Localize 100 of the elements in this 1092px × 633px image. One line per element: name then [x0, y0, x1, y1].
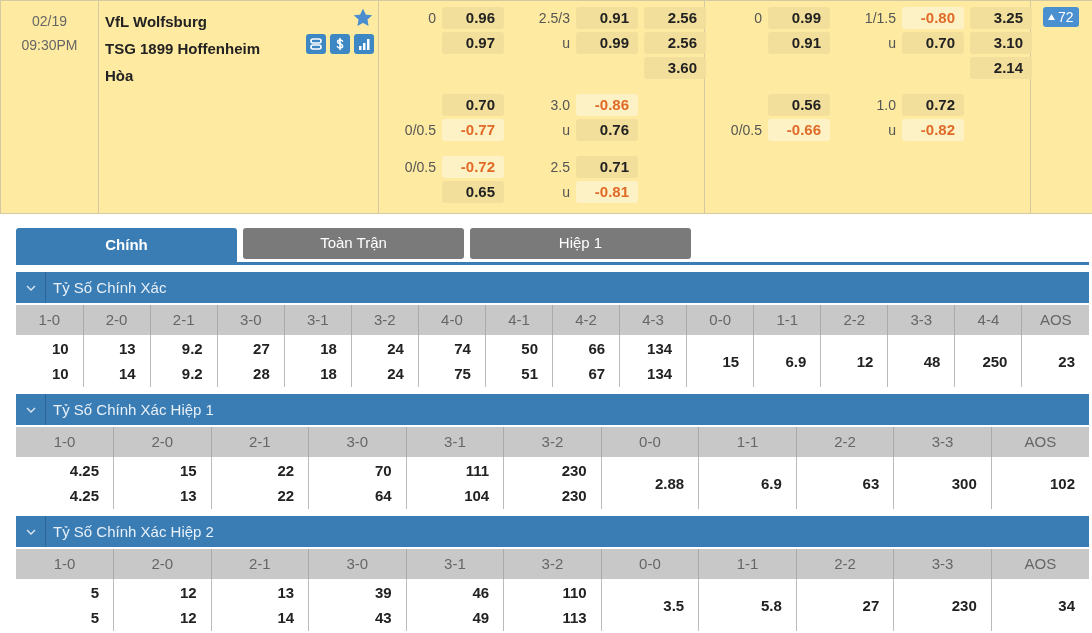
- score-header: 4-4: [954, 305, 1022, 335]
- odds-cell: 27: [796, 579, 894, 631]
- score-header: 3-0: [308, 549, 407, 579]
- odds-cell: 250: [954, 335, 1022, 387]
- odds-cell: 102: [991, 457, 1089, 509]
- odds-cell: 2.88: [601, 457, 699, 509]
- score-header: 1-0: [16, 305, 84, 335]
- total-line: 1.0: [875, 96, 896, 115]
- odds-cell: 4.25 4.25: [16, 457, 114, 509]
- odds-value[interactable]: 0.99: [768, 7, 830, 29]
- handicap-line: 0/0.5: [403, 121, 436, 140]
- score-header: 3-1: [406, 427, 504, 457]
- score-header: 2-1: [211, 549, 309, 579]
- odds-cell: 12: [820, 335, 888, 387]
- bar-chart-icon[interactable]: [354, 34, 374, 54]
- odds-value[interactable]: 0.91: [768, 32, 830, 54]
- odds-value[interactable]: 2.56: [644, 32, 706, 54]
- handicap-line: 0/0.5: [403, 158, 436, 177]
- score-header: AOS: [991, 427, 1089, 457]
- score-header: 4-3: [619, 305, 687, 335]
- score-header: 3-3: [887, 305, 955, 335]
- odds-cell: 111 104: [406, 457, 504, 509]
- up-triangle-icon: [1048, 14, 1055, 20]
- score-header: 2-0: [113, 549, 212, 579]
- odds-cell: 48: [887, 335, 955, 387]
- odds-value[interactable]: 0.71: [576, 156, 638, 178]
- odds-cell: 300: [893, 457, 992, 509]
- odds-value[interactable]: 0.97: [442, 32, 504, 54]
- score-header: 0-0: [686, 305, 754, 335]
- score-header: 3-2: [503, 427, 602, 457]
- odds-value[interactable]: 0.96: [442, 7, 504, 29]
- handicap-line: 0: [427, 9, 436, 28]
- score-header: 3-2: [503, 549, 602, 579]
- dollar-icon[interactable]: [330, 34, 350, 54]
- score-header: 1-1: [698, 427, 797, 457]
- odds-cell: 15 13: [113, 457, 212, 509]
- score-header: 3-1: [284, 305, 352, 335]
- odds-value[interactable]: 0.99: [576, 32, 638, 54]
- odds-cell: 50 51: [485, 335, 553, 387]
- section-title: Tỷ Số Chính Xác: [52, 278, 167, 298]
- chevron-icon[interactable]: [25, 284, 36, 291]
- odds-cell: 134 134: [619, 335, 687, 387]
- odds-cell: 46 49: [406, 579, 504, 631]
- odds-value[interactable]: 0.65: [442, 181, 504, 203]
- odds-cell: 110 113: [503, 579, 602, 631]
- odds-cell: 3.5: [601, 579, 699, 631]
- total-line: 2.5/3: [537, 9, 570, 28]
- score-header: 3-3: [893, 427, 992, 457]
- chevron-icon[interactable]: [25, 528, 36, 535]
- home-team-name: VfL Wolfsburg: [105, 12, 207, 32]
- score-header: 3-2: [351, 305, 419, 335]
- score-header: 1-1: [698, 549, 797, 579]
- odds-cell: 39 43: [308, 579, 407, 631]
- odds-cell: 6.9: [698, 457, 797, 509]
- tab[interactable]: Toàn Trận: [243, 228, 464, 259]
- odds-value[interactable]: 0.70: [442, 94, 504, 116]
- odds-cell: 6.9: [753, 335, 821, 387]
- odds-cell: 10 10: [16, 335, 84, 387]
- tab[interactable]: Chính: [16, 228, 237, 262]
- tab[interactable]: Hiệp 1: [470, 228, 691, 259]
- score-header: 2-1: [150, 305, 218, 335]
- odds-cell: 9.2 9.2: [150, 335, 218, 387]
- score-header: 4-2: [552, 305, 620, 335]
- odds-value[interactable]: 0.72: [902, 94, 964, 116]
- score-header: 1-1: [753, 305, 821, 335]
- odds-value[interactable]: 0.76: [576, 119, 638, 141]
- match-date: 02/19: [30, 12, 68, 31]
- odds-cell: 70 64: [308, 457, 407, 509]
- odds-value[interactable]: 3.25: [970, 7, 1032, 29]
- list-icon[interactable]: [306, 34, 326, 54]
- total-line: u: [561, 183, 570, 202]
- odds-value[interactable]: 2.56: [644, 7, 706, 29]
- draw-label: Hòa: [105, 66, 134, 86]
- favorite-star-icon[interactable]: [354, 9, 372, 27]
- odds-cell: 18 18: [284, 335, 352, 387]
- odds-value[interactable]: 3.10: [970, 32, 1032, 54]
- odds-cell: 27 28: [217, 335, 285, 387]
- score-header: AOS: [1021, 305, 1089, 335]
- chevron-icon[interactable]: [25, 406, 36, 413]
- total-line: 2.5: [549, 158, 570, 177]
- odds-value[interactable]: 0.91: [576, 7, 638, 29]
- odds-value[interactable]: 0.56: [768, 94, 830, 116]
- odds-value[interactable]: 0.70: [902, 32, 964, 54]
- section-title: Tỷ Số Chính Xác Hiệp 1: [52, 400, 214, 420]
- odds-cell: 63: [796, 457, 894, 509]
- score-header: 3-1: [406, 549, 504, 579]
- section-header[interactable]: Tỷ Số Chính Xác Hiệp 2: [16, 516, 1089, 547]
- odds-value[interactable]: 3.60: [644, 57, 706, 79]
- total-line: u: [561, 34, 570, 53]
- score-header: 2-1: [211, 427, 309, 457]
- odds-cell: 12 12: [113, 579, 212, 631]
- total-line: u: [887, 34, 896, 53]
- odds-value[interactable]: 2.14: [970, 57, 1032, 79]
- odds-cell: 24 24: [351, 335, 419, 387]
- section-header[interactable]: Tỷ Số Chính Xác Hiệp 1: [16, 394, 1089, 425]
- away-team-name: TSG 1899 Hoffenheim: [105, 39, 261, 59]
- match-time: 09:30PM: [20, 36, 79, 55]
- section-header[interactable]: Tỷ Số Chính Xác: [16, 272, 1089, 303]
- odds-cell: 13 14: [211, 579, 309, 631]
- score-header: 2-2: [820, 305, 888, 335]
